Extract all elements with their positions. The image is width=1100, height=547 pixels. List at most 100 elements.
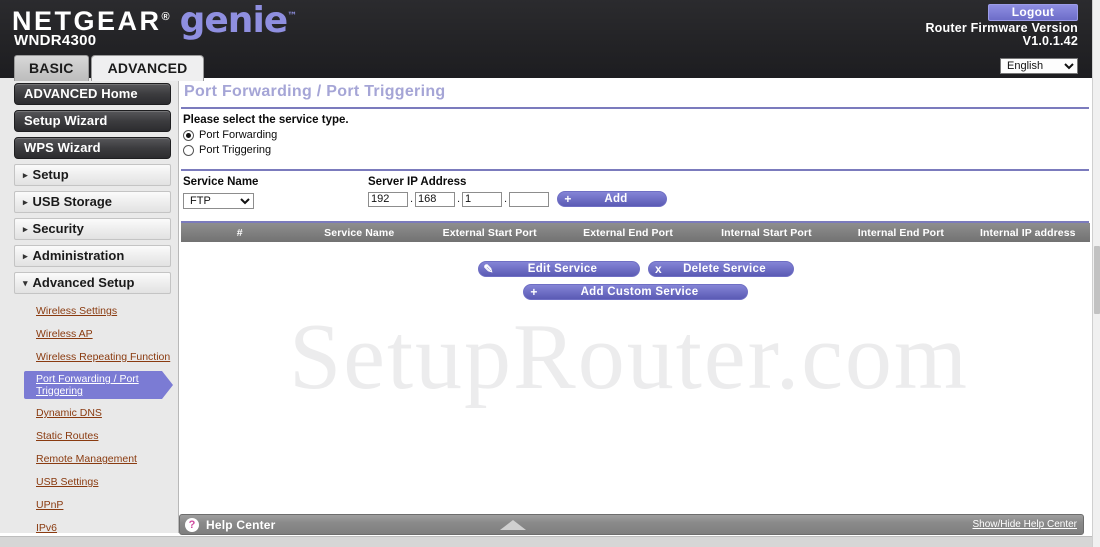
delete-service-button[interactable]: x Delete Service bbox=[647, 261, 794, 277]
genie-wordmark: genie™ bbox=[179, 0, 298, 41]
sidebar-group-label: Setup bbox=[32, 167, 69, 182]
brand-logo: NETGEAR® genie™ bbox=[12, 0, 298, 41]
sidebar-item-ipv6[interactable]: IPv6 bbox=[0, 520, 178, 533]
scrollbar-thumb[interactable] bbox=[1094, 246, 1100, 314]
question-mark-icon: ? bbox=[185, 517, 199, 532]
sidebar-group-label: Security bbox=[32, 221, 84, 236]
plus-icon: + bbox=[530, 285, 538, 299]
sidebar-item-wireless-ap[interactable]: Wireless AP bbox=[0, 326, 178, 343]
sidebar-group-label: USB Storage bbox=[32, 194, 112, 209]
firmware-label: Router Firmware Version bbox=[925, 21, 1078, 35]
radio-button-icon bbox=[183, 129, 194, 141]
service-name-label: Service Name bbox=[183, 176, 259, 188]
sidebar-item-port-forwarding-port-triggering[interactable]: Port Forwarding / Port Triggering bbox=[24, 371, 173, 399]
page-header: NETGEAR® genie™ WNDR4300 BASIC ADVANCED … bbox=[0, 0, 1092, 81]
sidebar-sublist-advanced-setup: Wireless Settings Wireless AP Wireless R… bbox=[0, 303, 178, 533]
sidebar: ADVANCED Home Setup Wizard WPS Wizard ▸ … bbox=[0, 78, 179, 533]
plus-icon: + bbox=[564, 192, 572, 206]
service-type-prompt: Please select the service type. bbox=[183, 114, 349, 126]
sidebar-group-label: Advanced Setup bbox=[32, 275, 135, 290]
sidebar-group-advanced-setup[interactable]: ▾ Advanced Setup bbox=[14, 272, 171, 294]
column-header-internal-start-port: Internal Start Port bbox=[721, 226, 812, 239]
ip-separator: . bbox=[456, 192, 461, 205]
ip-octet-3[interactable] bbox=[462, 191, 502, 207]
table-action-buttons: ✎ Edit Service x Delete Service bbox=[179, 261, 1092, 277]
pencil-icon: ✎ bbox=[483, 262, 494, 276]
tab-advanced[interactable]: ADVANCED bbox=[90, 55, 205, 81]
chevron-right-icon: ▸ bbox=[23, 196, 28, 207]
page-title: Port Forwarding / Port Triggering bbox=[184, 83, 446, 100]
ip-separator: . bbox=[409, 192, 414, 205]
service-entry-form: Service Name FTP Server IP Address . . . bbox=[179, 171, 1092, 215]
chevron-right-icon: ▸ bbox=[23, 223, 28, 234]
server-ip-label: Server IP Address bbox=[368, 176, 467, 188]
netgear-wordmark: NETGEAR® bbox=[12, 6, 170, 36]
service-type-section: Please select the service type. Port For… bbox=[179, 109, 1092, 163]
add-button-label: Add bbox=[604, 193, 628, 205]
tab-basic[interactable]: BASIC bbox=[14, 55, 89, 81]
sidebar-item-wps-wizard[interactable]: WPS Wizard bbox=[14, 137, 171, 159]
sidebar-group-security[interactable]: ▸ Security bbox=[14, 218, 171, 240]
radio-port-forwarding[interactable]: Port Forwarding bbox=[183, 129, 1088, 141]
edit-service-button[interactable]: ✎ Edit Service bbox=[477, 261, 640, 277]
ip-octet-1[interactable] bbox=[368, 191, 408, 207]
logout-button[interactable]: Logout bbox=[988, 4, 1078, 21]
sidebar-group-setup[interactable]: ▸ Setup bbox=[14, 164, 171, 186]
column-header-internal-end-port: Internal End Port bbox=[857, 226, 944, 239]
firmware-version: V1.0.1.42 bbox=[1022, 34, 1078, 48]
sidebar-item-upnp[interactable]: UPnP bbox=[0, 497, 178, 514]
chevron-right-icon: ▸ bbox=[23, 169, 28, 180]
sidebar-item-remote-management[interactable]: Remote Management bbox=[0, 451, 178, 468]
ip-octet-4[interactable] bbox=[509, 191, 549, 207]
radio-label: Port Triggering bbox=[199, 144, 272, 156]
ip-address-input-row: . . . + Add bbox=[368, 191, 667, 207]
sidebar-item-wireless-settings[interactable]: Wireless Settings bbox=[0, 303, 178, 320]
sidebar-group-administration[interactable]: ▸ Administration bbox=[14, 245, 171, 267]
column-header-service-name: Service Name bbox=[324, 226, 395, 239]
language-select[interactable]: English bbox=[1000, 58, 1078, 74]
sidebar-item-wireless-repeating-function[interactable]: Wireless Repeating Function bbox=[0, 349, 178, 365]
chevron-down-icon: ▾ bbox=[23, 277, 28, 288]
trademark-icon: ™ bbox=[287, 11, 297, 22]
watermark: SetupRouter.com bbox=[288, 305, 970, 409]
main-content: SetupRouter.com Port Forwarding / Port T… bbox=[179, 78, 1092, 533]
delete-service-label: Delete Service bbox=[683, 263, 766, 275]
port-forwarding-table-header: # Service Name External Start Port Exter… bbox=[181, 223, 1090, 242]
server-ip-field-group: Server IP Address . . . + Add bbox=[368, 176, 667, 207]
add-custom-service-label: Add Custom Service bbox=[580, 286, 699, 298]
service-name-select[interactable]: FTP bbox=[183, 193, 254, 209]
chevron-right-icon: ▸ bbox=[23, 250, 28, 261]
sidebar-item-advanced-home[interactable]: ADVANCED Home bbox=[14, 83, 171, 105]
add-custom-service-button[interactable]: + Add Custom Service bbox=[523, 284, 748, 300]
x-icon: x bbox=[655, 262, 662, 276]
vertical-scrollbar[interactable] bbox=[1092, 0, 1100, 547]
ip-separator: . bbox=[503, 192, 508, 205]
sidebar-group-usb-storage[interactable]: ▸ USB Storage bbox=[14, 191, 171, 213]
show-hide-help-center-link[interactable]: Show/Hide Help Center bbox=[973, 519, 1078, 530]
column-header-internal-ip-address: Internal IP address bbox=[979, 226, 1076, 239]
browser-viewport: NETGEAR® genie™ WNDR4300 BASIC ADVANCED … bbox=[0, 0, 1100, 547]
help-center-label: Help Center bbox=[206, 517, 276, 532]
main-tabs: BASIC ADVANCED bbox=[14, 55, 205, 81]
registered-trademark-icon: ® bbox=[161, 11, 170, 23]
edit-service-label: Edit Service bbox=[527, 263, 598, 275]
radio-button-icon bbox=[183, 144, 194, 156]
sidebar-item-dynamic-dns[interactable]: Dynamic DNS bbox=[0, 405, 178, 422]
column-header-external-start-port: External Start Port bbox=[442, 226, 537, 239]
sidebar-group-label: Administration bbox=[32, 248, 125, 263]
sidebar-item-static-routes[interactable]: Static Routes bbox=[0, 428, 178, 445]
router-model: WNDR4300 bbox=[14, 32, 97, 49]
sidebar-item-setup-wizard[interactable]: Setup Wizard bbox=[14, 110, 171, 132]
radio-port-triggering[interactable]: Port Triggering bbox=[183, 144, 1088, 156]
radio-label: Port Forwarding bbox=[199, 129, 278, 141]
add-button[interactable]: + Add bbox=[557, 191, 667, 207]
service-name-field-group: Service Name FTP bbox=[183, 176, 368, 209]
help-center-bar[interactable]: ? Help Center Show/Hide Help Center bbox=[179, 514, 1084, 535]
add-custom-service-row: + Add Custom Service bbox=[179, 284, 1092, 300]
sidebar-item-usb-settings[interactable]: USB Settings bbox=[0, 474, 178, 491]
expand-up-arrow-icon[interactable] bbox=[500, 520, 526, 530]
port-forwarding-table-body bbox=[181, 242, 1090, 257]
column-header-external-end-port: External End Port bbox=[583, 226, 673, 239]
column-header-number: # bbox=[236, 226, 243, 239]
ip-octet-2[interactable] bbox=[415, 191, 455, 207]
